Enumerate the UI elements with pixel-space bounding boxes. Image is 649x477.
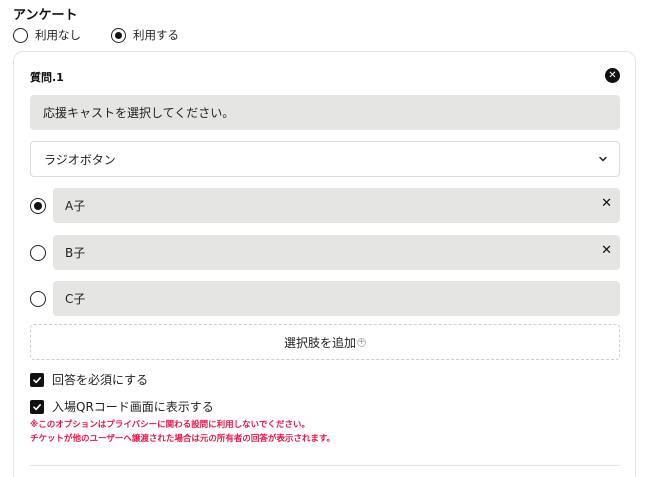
transfer-warning: チケットが他のユーザーへ譲渡された場合は元の所有者の回答が表示されます。: [30, 434, 335, 444]
option-row: C子: [30, 281, 620, 316]
option-row: A子 ✕: [30, 188, 620, 223]
option-label: A子: [65, 199, 86, 213]
radio-button[interactable]: [13, 27, 28, 43]
required-checkbox[interactable]: [30, 372, 44, 387]
question-number: 質問.1: [30, 71, 64, 84]
remove-option-icon[interactable]: ✕: [601, 197, 612, 210]
checkmark-icon: [33, 403, 41, 410]
radio-label: 利用する: [133, 28, 179, 42]
question-type-select[interactable]: ラジオボタン: [30, 141, 620, 177]
option-radio[interactable]: [30, 245, 46, 261]
option-label: B子: [65, 246, 86, 260]
option-label: C子: [65, 292, 86, 306]
option-row: B子 ✕: [30, 235, 620, 270]
question-type-value: ラジオボタン: [44, 152, 116, 167]
close-icon[interactable]: ✕: [605, 68, 620, 83]
add-option-button[interactable]: 選択肢を追加 +: [30, 324, 620, 360]
required-checkbox-row[interactable]: 回答を必須にする: [30, 371, 148, 388]
required-label: 回答を必須にする: [52, 373, 149, 387]
option-input[interactable]: B子 ✕: [53, 235, 620, 270]
chevron-down-icon: [599, 156, 607, 162]
divider: [30, 465, 620, 466]
radio-button[interactable]: [111, 27, 126, 43]
radio-option-disabled[interactable]: 利用なし: [13, 27, 81, 43]
checkmark-icon: [33, 376, 41, 383]
qr-checkbox-row[interactable]: 入場QRコード画面に表示する: [30, 398, 214, 415]
question-card: 質問.1 ✕ 応援キャストを選択してください。 ラジオボタン A子 ✕ B子 ✕…: [13, 51, 636, 477]
privacy-warning: ※このオプションはプライバシーに関わる設問に利用しないでください。: [30, 420, 310, 430]
survey-title: アンケート: [13, 8, 78, 23]
survey-mode-group: 利用なし 利用する: [13, 27, 209, 43]
radio-option-enabled[interactable]: 利用する: [111, 27, 179, 43]
option-input[interactable]: C子: [53, 281, 620, 316]
qr-display-label: 入場QRコード画面に表示する: [52, 400, 214, 414]
option-input[interactable]: A子 ✕: [53, 188, 620, 223]
qr-display-checkbox[interactable]: [30, 399, 44, 414]
plus-circle-icon: +: [357, 336, 366, 347]
remove-option-icon[interactable]: ✕: [601, 244, 612, 257]
radio-label: 利用なし: [35, 28, 81, 42]
question-text-input[interactable]: 応援キャストを選択してください。: [30, 95, 620, 130]
option-radio[interactable]: [30, 291, 46, 307]
option-radio[interactable]: [30, 198, 46, 214]
add-option-label: 選択肢を追加: [283, 335, 356, 350]
